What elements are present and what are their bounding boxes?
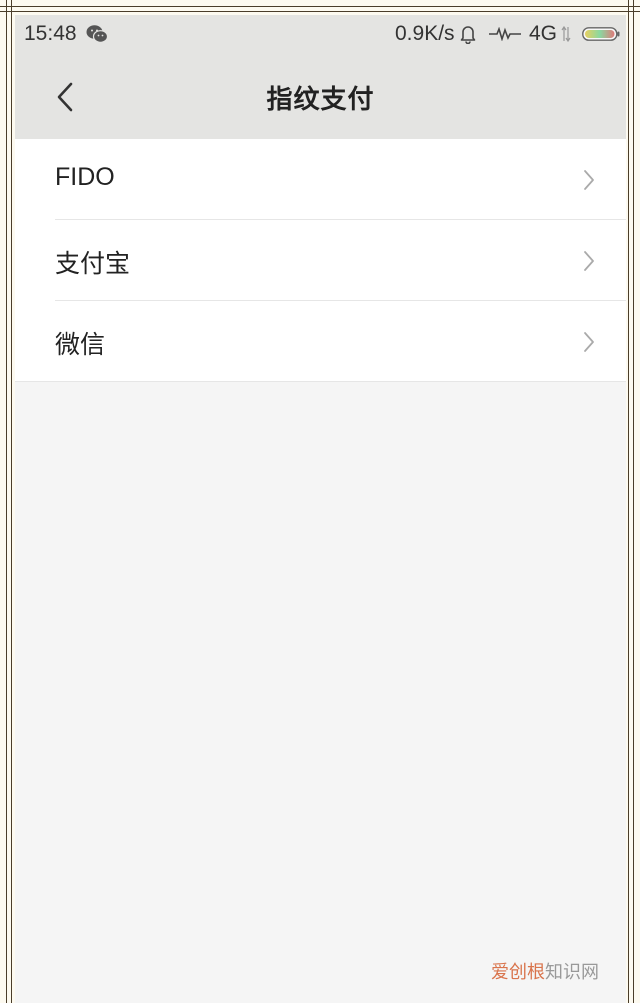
list-item-alipay[interactable]: 支付宝 bbox=[15, 220, 626, 301]
header-bar: 15:48 0.9K/s 4G 指纹支付 bbox=[15, 15, 626, 139]
list-item-fido[interactable]: FIDO bbox=[15, 139, 626, 220]
chevron-right-icon bbox=[584, 332, 594, 352]
frame-line bbox=[0, 11, 640, 12]
network-type: 4G bbox=[529, 22, 558, 45]
watermark: 爱创根知识网 bbox=[491, 958, 599, 984]
frame-line bbox=[11, 0, 12, 1003]
status-bar: 15:48 0.9K/s 4G bbox=[15, 15, 626, 55]
wechat-icon bbox=[86, 25, 108, 43]
network-speed: 0.9K/s bbox=[395, 22, 455, 45]
frame-line bbox=[0, 6, 640, 7]
watermark-text: 知识网 bbox=[545, 962, 599, 983]
signal-icon bbox=[489, 27, 521, 41]
list-item-wechat[interactable]: 微信 bbox=[15, 301, 626, 382]
battery-icon bbox=[582, 27, 620, 41]
list-item-label: 支付宝 bbox=[55, 250, 131, 278]
payment-method-list: FIDO 支付宝 微信 bbox=[15, 139, 626, 382]
frame-line bbox=[633, 0, 634, 1003]
list-item-label: FIDO bbox=[55, 163, 115, 191]
divider bbox=[15, 381, 626, 382]
phone-screen: 15:48 0.9K/s 4G 指纹支付 FIDO 支付宝 微信 bbox=[15, 15, 626, 1003]
chevron-right-icon bbox=[584, 251, 594, 271]
frame-line bbox=[6, 0, 7, 1003]
frame-line bbox=[628, 0, 629, 1003]
bell-icon bbox=[460, 26, 476, 44]
watermark-text: 爱创根 bbox=[491, 962, 545, 983]
page-title: 指纹支付 bbox=[266, 85, 375, 115]
list-item-label: 微信 bbox=[55, 331, 106, 359]
status-time: 15:48 bbox=[24, 22, 77, 45]
data-arrows-icon bbox=[561, 25, 571, 43]
chevron-right-icon bbox=[584, 170, 594, 190]
